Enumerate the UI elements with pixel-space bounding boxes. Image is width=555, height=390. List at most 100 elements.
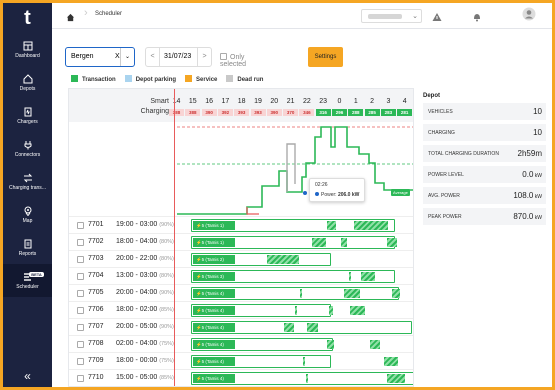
charging-block[interactable]: [354, 221, 388, 230]
sidebar-item-scheduler[interactable]: BETA Scheduler: [3, 264, 52, 297]
row-checkbox[interactable]: [77, 307, 84, 314]
table-row[interactable]: 7705 20:00 - 04:00 (90%) ⚡5 (Tamis 4): [69, 284, 413, 301]
hour-column: 4 281: [397, 97, 413, 116]
charging-block[interactable]: [306, 374, 308, 383]
hour-capacity-badge: 390: [201, 109, 217, 116]
clear-location-button[interactable]: X: [115, 53, 120, 60]
charging-block[interactable]: [350, 306, 365, 315]
trip-segment[interactable]: ⚡5 (Tamis 4): [193, 289, 235, 298]
sidebar-item-charging-transactions[interactable]: Charging trans...: [3, 165, 52, 198]
row-checkbox[interactable]: [77, 341, 84, 348]
schedule-bar[interactable]: ⚡5 (Tamis 3): [191, 270, 395, 283]
charging-block[interactable]: [361, 272, 375, 281]
table-row[interactable]: 7706 18:00 - 02:00 (85%) ⚡5 (Tamis 4): [69, 301, 413, 318]
trip-segment[interactable]: ⚡5 (Tamis 2): [193, 255, 235, 264]
hour-capacity-badge: 392: [217, 109, 233, 116]
charging-block[interactable]: [300, 289, 302, 298]
top-bar: › Scheduler ⌄: [52, 3, 552, 29]
charging-block[interactable]: [370, 340, 380, 349]
table-row[interactable]: 7701 19:00 - 03:00 (90%) ⚡5 (Tamis 1): [69, 216, 413, 233]
table-row[interactable]: 7703 20:00 - 22:00 (80%) ⚡5 (Tamis 2): [69, 250, 413, 267]
date-picker[interactable]: < 31/07/23 >: [145, 47, 212, 67]
row-checkbox[interactable]: [77, 358, 84, 365]
only-selected-toggle[interactable]: Only selected: [220, 53, 246, 68]
reports-icon: [22, 239, 33, 249]
charging-block[interactable]: [329, 306, 333, 315]
row-checkbox[interactable]: [77, 222, 84, 229]
prev-date-button[interactable]: <: [146, 48, 160, 66]
charging-block[interactable]: [303, 357, 305, 366]
schedule-bar[interactable]: ⚡5 (Tamis 4): [191, 338, 380, 351]
sidebar-item-dashboard[interactable]: Dashboard: [3, 33, 52, 66]
user-avatar-icon[interactable]: [522, 7, 536, 26]
trip-segment[interactable]: ⚡5 (Tamis 4): [193, 374, 235, 383]
trip-segment[interactable]: ⚡5 (Tamis 4): [193, 323, 235, 332]
schedule-bar[interactable]: ⚡5 (Tamis 4): [191, 321, 412, 334]
trip-segment[interactable]: ⚡5 (Tamis 1): [193, 221, 235, 230]
vehicle-time-window: 18:00 - 02:00 (85%): [116, 306, 174, 313]
schedule-bar[interactable]: ⚡5 (Tamis 4): [191, 287, 400, 300]
table-row[interactable]: 7709 18:00 - 00:00 (75%) ⚡5 (Tamis 4): [69, 352, 413, 369]
charging-block[interactable]: [295, 306, 297, 315]
legend-swatch: [71, 75, 78, 82]
bell-icon[interactable]: [472, 9, 482, 27]
schedule-bar[interactable]: ⚡5 (Tamis 4): [191, 304, 365, 317]
table-row[interactable]: 7702 18:00 - 04:00 (80%) ⚡5 (Tamis 1): [69, 233, 413, 250]
depot-stats: VEHICLES 10 CHARGING 10 TOTAL CHARGING DURAT…: [423, 103, 546, 225]
charging-block[interactable]: [307, 323, 318, 332]
row-checkbox[interactable]: [77, 273, 84, 280]
account-select[interactable]: ⌄: [361, 9, 422, 23]
collapse-sidebar-button[interactable]: «: [3, 369, 52, 383]
row-checkbox[interactable]: [77, 375, 84, 382]
sidebar-item-map[interactable]: Map: [3, 198, 52, 231]
table-row[interactable]: 7704 13:00 - 03:00 (80%) ⚡5 (Tamis 3): [69, 267, 413, 284]
schedule-bar[interactable]: ⚡5 (Tamis 1): [191, 219, 395, 232]
schedule-bar[interactable]: ⚡5 (Tamis 1): [191, 236, 397, 249]
legend: Transaction Depot parking Service Dead r…: [71, 75, 263, 83]
charging-block[interactable]: [349, 272, 351, 281]
charging-block[interactable]: [344, 289, 360, 298]
charging-block[interactable]: [267, 255, 299, 264]
location-select[interactable]: Bergen X ⌄: [65, 47, 135, 67]
sidebar-item-label: Connectors: [14, 151, 41, 158]
charging-block[interactable]: [384, 357, 398, 366]
target-soc: (90%): [159, 290, 174, 296]
trip-segment[interactable]: ⚡5 (Tamis 4): [193, 306, 235, 315]
schedule-bar[interactable]: ⚡5 (Tamis 4): [191, 372, 413, 385]
next-date-button[interactable]: >: [197, 48, 211, 66]
row-checkbox[interactable]: [77, 290, 84, 297]
sidebar-item-reports[interactable]: Reports: [3, 231, 52, 264]
charging-block[interactable]: [392, 289, 400, 298]
only-selected-checkbox[interactable]: [220, 53, 227, 60]
depot-icon: [22, 73, 33, 84]
trip-segment[interactable]: ⚡5 (Tamis 1): [193, 238, 235, 247]
trip-segment[interactable]: ⚡5 (Tamis 4): [193, 340, 235, 349]
charging-block[interactable]: [312, 238, 326, 247]
vehicle-time-window: 20:00 - 22:00 (80%): [116, 255, 174, 262]
charging-block[interactable]: [387, 238, 397, 247]
home-icon[interactable]: [66, 9, 75, 27]
trip-segment[interactable]: ⚡5 (Tamis 4): [193, 357, 235, 366]
charging-block[interactable]: [341, 238, 347, 247]
sidebar-item-depots[interactable]: Depots: [3, 66, 52, 99]
row-checkbox[interactable]: [77, 256, 84, 263]
sidebar-item-chargers[interactable]: Chargers: [3, 99, 52, 132]
table-row[interactable]: 7708 02:00 - 04:00 (75%) ⚡5 (Tamis 4): [69, 335, 413, 352]
schedule-bar[interactable]: ⚡5 (Tamis 4): [191, 355, 398, 368]
hour-label: 19: [254, 98, 262, 105]
charging-block[interactable]: [327, 340, 334, 349]
trip-segment[interactable]: ⚡5 (Tamis 3): [193, 272, 235, 281]
table-row[interactable]: 7710 15:00 - 05:00 (85%) ⚡5 (Tamis 4): [69, 369, 413, 386]
date-value[interactable]: 31/07/23: [164, 53, 191, 60]
charging-block[interactable]: [327, 221, 336, 230]
schedule-bar[interactable]: ⚡5 (Tamis 2): [191, 253, 331, 266]
charging-block[interactable]: [387, 374, 405, 383]
chevron-down-icon[interactable]: ⌄: [120, 48, 134, 66]
row-checkbox[interactable]: [77, 239, 84, 246]
settings-button[interactable]: Settings: [308, 47, 343, 67]
row-checkbox[interactable]: [77, 324, 84, 331]
table-row[interactable]: 7707 20:00 - 05:00 (90%) ⚡5 (Tamis 4): [69, 318, 413, 335]
sidebar-item-connectors[interactable]: Connectors: [3, 132, 52, 165]
warning-icon[interactable]: [432, 9, 442, 27]
charging-block[interactable]: [284, 323, 294, 332]
